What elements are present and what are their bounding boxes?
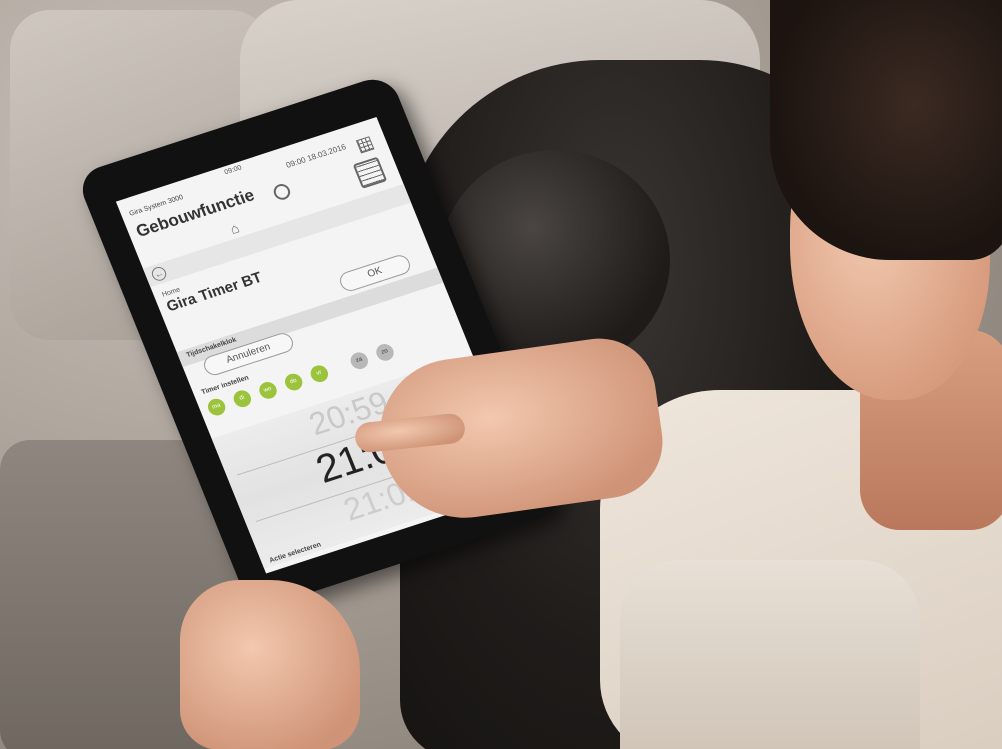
person-hair xyxy=(770,0,1002,260)
header-datetime: 09:00 18.03.2016 xyxy=(284,142,348,170)
day-toggle-zo[interactable]: zo xyxy=(373,341,397,363)
home-icon[interactable]: ⌂ xyxy=(227,220,241,237)
day-toggle-ma[interactable]: ma xyxy=(205,396,228,418)
photo-scene: 09:00 Gira System 3000 09:00 18.03.2016 … xyxy=(0,0,1002,749)
day-toggle-do[interactable]: do xyxy=(282,371,305,393)
back-icon[interactable]: ← xyxy=(149,265,169,283)
day-toggle-vr[interactable]: vr xyxy=(308,363,331,385)
grid-icon[interactable] xyxy=(355,136,375,154)
day-toggle-za[interactable]: za xyxy=(348,350,371,372)
room-icon[interactable] xyxy=(352,156,388,189)
day-toggle-wo[interactable]: wo xyxy=(256,379,280,401)
knit-throw xyxy=(620,560,920,749)
day-toggle-di[interactable]: di xyxy=(231,388,254,410)
settings-icon[interactable] xyxy=(271,181,293,202)
status-time: 09:00 xyxy=(223,164,243,177)
left-hand xyxy=(180,580,360,749)
